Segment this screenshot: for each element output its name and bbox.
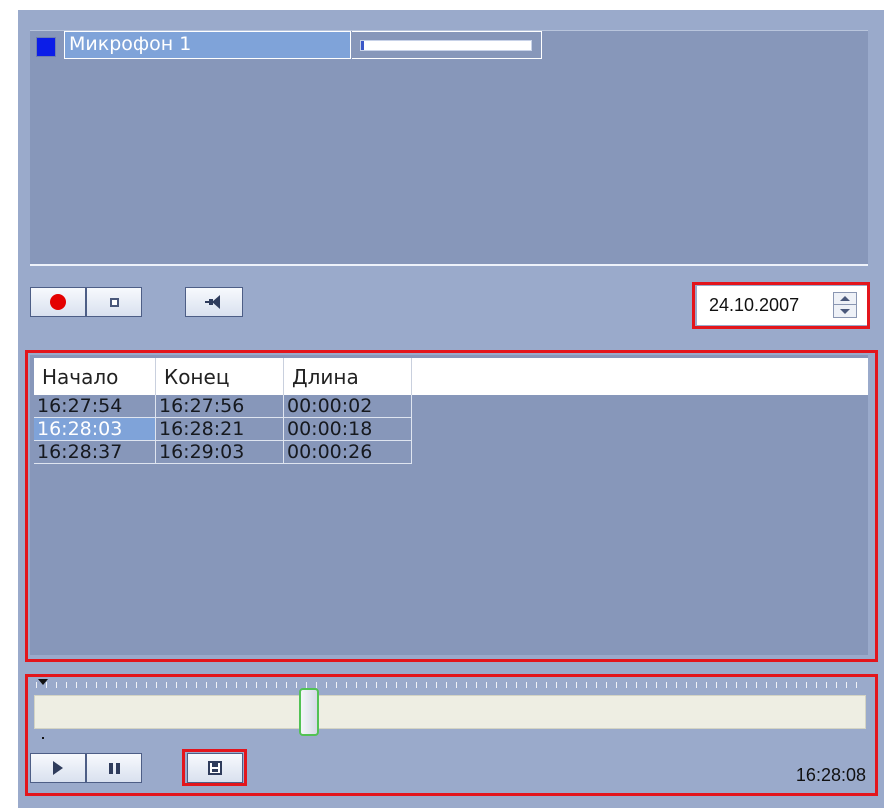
record-icon bbox=[50, 294, 66, 310]
microphone-level-fill bbox=[361, 41, 365, 50]
microphone-name: Микрофон 1 bbox=[69, 33, 192, 55]
speaker-icon bbox=[205, 295, 223, 309]
microphone-level-bar bbox=[360, 40, 532, 51]
microphone-color-swatch bbox=[36, 37, 56, 57]
record-controls bbox=[30, 287, 142, 317]
speaker-button[interactable] bbox=[185, 287, 243, 317]
audio-player-window: Микрофон 1 24.10.2007 Начало Конец Длина… bbox=[0, 0, 884, 810]
microphone-level-cell bbox=[352, 31, 542, 59]
stop-icon bbox=[109, 297, 119, 307]
date-highlight bbox=[692, 282, 870, 329]
stop-button[interactable] bbox=[87, 288, 141, 316]
timeline-highlight bbox=[25, 674, 878, 796]
record-button[interactable] bbox=[31, 288, 85, 316]
microphone-name-cell[interactable]: Микрофон 1 bbox=[64, 31, 351, 59]
records-table-highlight bbox=[25, 350, 878, 662]
microphone-list[interactable]: Микрофон 1 bbox=[30, 30, 868, 266]
microphone-row[interactable]: Микрофон 1 bbox=[34, 31, 542, 59]
